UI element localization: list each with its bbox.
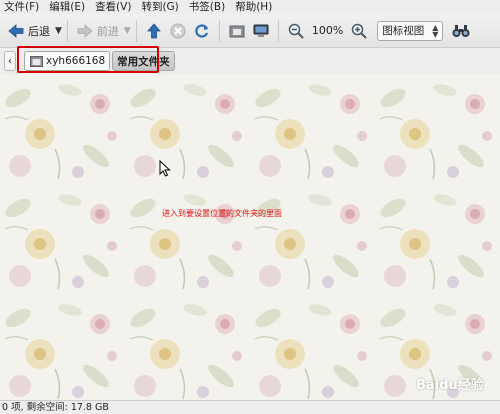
chevron-left-icon: ‹ — [8, 55, 12, 67]
menu-edit[interactable]: 编辑(E) — [49, 0, 85, 14]
menu-file[interactable]: 文件(F) — [4, 0, 39, 14]
up-arrow-icon — [145, 22, 163, 40]
back-label: 后退 — [28, 24, 50, 38]
menu-view[interactable]: 查看(V) — [95, 0, 131, 14]
back-button[interactable]: 后退 — [4, 18, 53, 44]
watermark-logo: Baidu经验 — [416, 378, 484, 393]
computer-button[interactable] — [249, 18, 273, 44]
stop-icon — [169, 22, 187, 40]
forward-label: 前进 — [96, 24, 119, 38]
toolbar-separator — [277, 19, 279, 42]
up-button[interactable] — [142, 18, 166, 44]
home-folder-icon — [228, 22, 246, 40]
forward-arrow-icon — [76, 22, 94, 40]
search-button[interactable] — [449, 18, 473, 44]
instruction-caption: 进入到要设置位置的文件夹的里面 — [162, 209, 282, 218]
zoom-in-button[interactable] — [347, 18, 371, 44]
forward-history-chevron-down-icon[interactable]: ▼ — [124, 26, 131, 36]
menu-help[interactable]: 帮助(H) — [235, 0, 272, 14]
zoom-in-icon — [350, 22, 368, 40]
computer-icon — [252, 22, 270, 40]
view-mode-select[interactable]: 图标视图 ▲ ▼ — [377, 20, 444, 41]
zoom-level[interactable]: 100% — [312, 24, 343, 37]
view-mode-value: 图标视图 — [382, 25, 425, 37]
floral-wallpaper — [0, 74, 500, 400]
home-button[interactable] — [225, 18, 249, 44]
path-scroll-left-button[interactable]: ‹ — [4, 51, 16, 71]
toolbar: 后退 ▼ 前进 ▼ 100% 图标视图 ▲ ▼ — [0, 14, 500, 48]
status-bar: 0 项, 剩余空间: 17.8 GB — [0, 400, 500, 414]
toolbar-separator — [66, 19, 68, 42]
back-arrow-icon — [7, 22, 25, 40]
stop-button[interactable] — [166, 18, 190, 44]
zoom-out-button[interactable] — [284, 18, 308, 44]
toolbar-separator — [218, 19, 220, 42]
zoom-out-icon — [287, 22, 305, 40]
back-history-chevron-down-icon[interactable]: ▼ — [55, 26, 62, 36]
reload-button[interactable] — [190, 18, 214, 44]
binoculars-icon — [452, 22, 470, 40]
annotation-highlight-box — [17, 46, 159, 73]
forward-button[interactable]: 前进 — [73, 18, 122, 44]
toolbar-separator — [135, 19, 137, 42]
reload-icon — [193, 22, 211, 40]
mouse-pointer-icon — [159, 160, 171, 177]
menu-bookmarks[interactable]: 书签(B) — [189, 0, 225, 14]
file-view-area[interactable]: 进入到要设置位置的文件夹的里面 Baidu经验 — [0, 74, 500, 400]
menubar: 文件(F) 编辑(E) 查看(V) 转到(G) 书签(B) 帮助(H) — [0, 0, 500, 14]
menu-go[interactable]: 转到(G) — [141, 0, 178, 14]
spin-updown-icon: ▲ ▼ — [432, 22, 439, 39]
